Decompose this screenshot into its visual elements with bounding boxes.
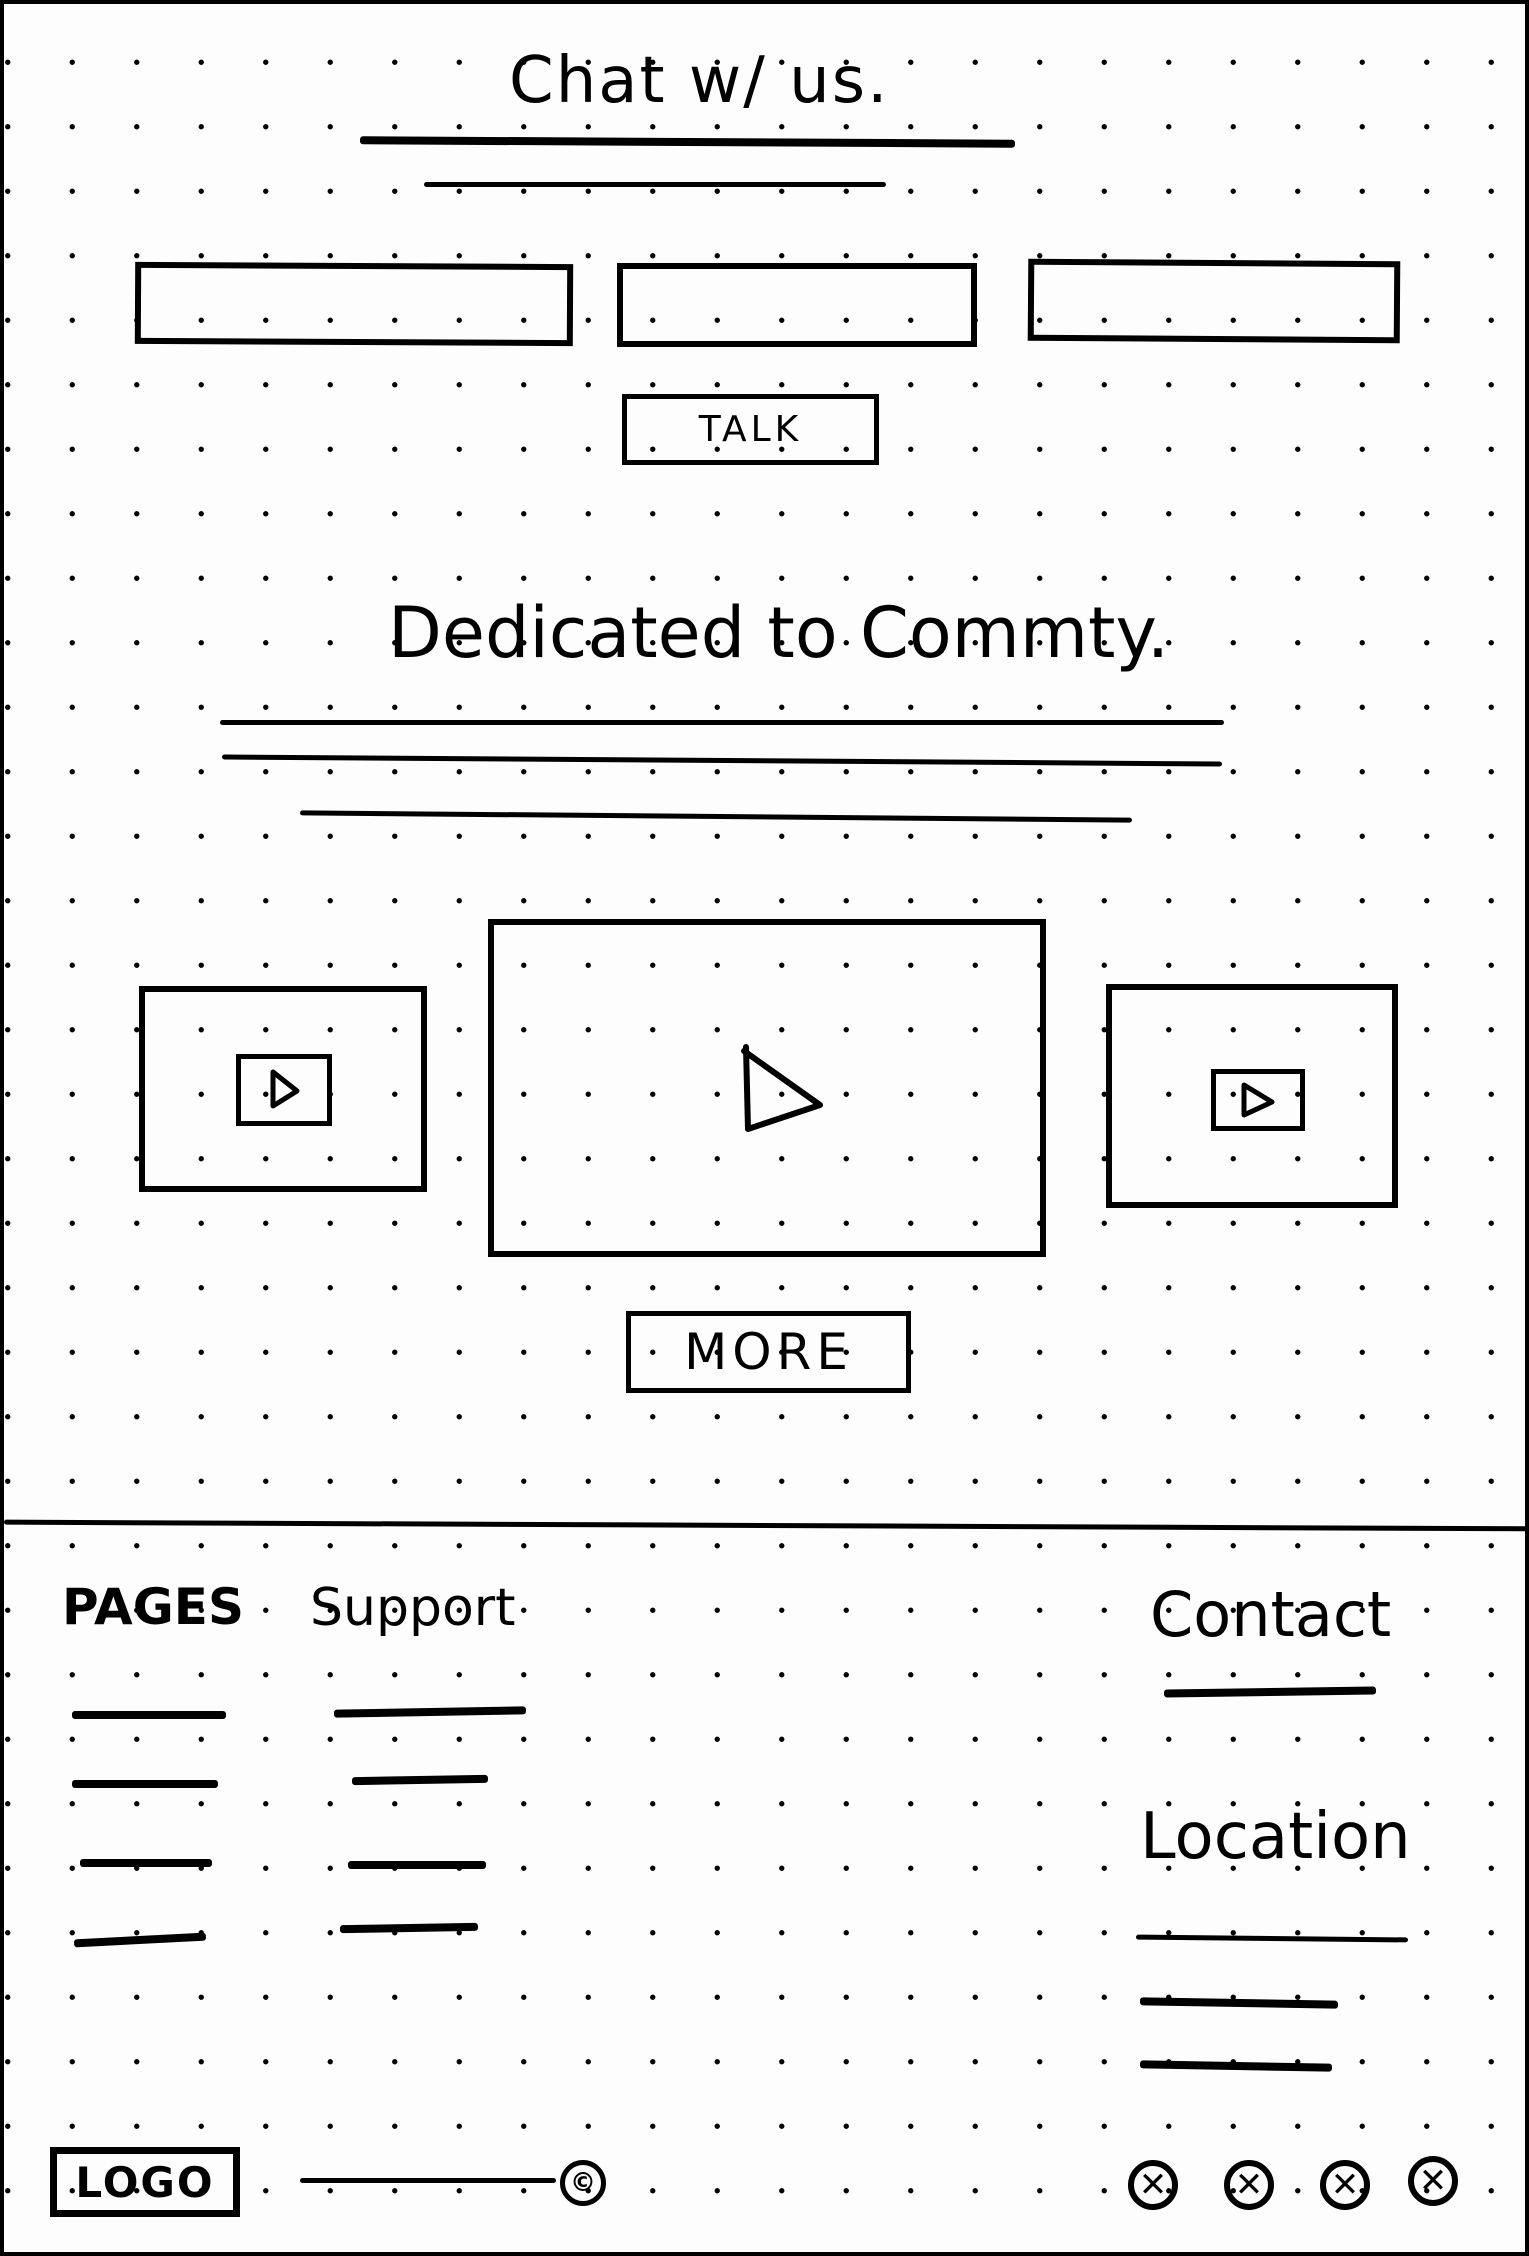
community-text-line-3	[299, 810, 1133, 823]
footer-pages-heading: PAGES	[62, 1578, 244, 1636]
logo-text: LOGO	[75, 2157, 215, 2207]
talk-button[interactable]: TALK	[622, 394, 879, 465]
copyright-icon: ©	[560, 2160, 606, 2206]
video-player-main[interactable]	[488, 919, 1046, 1257]
chat-title: Chat w/ us.	[509, 44, 890, 118]
footer-divider	[4, 1519, 1525, 1532]
support-link-4	[339, 1922, 479, 1934]
location-line-3	[1139, 2060, 1333, 2072]
community-text-line-2	[221, 754, 1223, 767]
more-button[interactable]: MORE	[626, 1311, 911, 1393]
support-link-1	[333, 1706, 527, 1718]
pages-link-3	[80, 1859, 212, 1867]
contact-line	[1163, 1686, 1377, 1698]
chat-subtitle-line	[424, 182, 886, 187]
community-text-line-1	[220, 720, 1224, 725]
play-icon	[1241, 1082, 1275, 1118]
community-title: Dedicated to Commty.	[388, 592, 1170, 674]
talk-button-label: TALK	[698, 409, 803, 450]
pages-link-4	[73, 1932, 207, 1948]
video-thumbnail-left[interactable]	[139, 986, 427, 1192]
chat-input-3[interactable]	[1027, 258, 1401, 344]
footer-location-heading: Location	[1140, 1800, 1411, 1874]
wireframe-page: Chat w/ us. TALK Dedicated to Commty. MO…	[0, 0, 1529, 2256]
support-link-3	[348, 1861, 486, 1869]
play-icon	[270, 1069, 300, 1109]
chat-title-underline	[359, 136, 1016, 148]
copyright-symbol: ©	[570, 2168, 596, 2198]
chat-input-2[interactable]	[617, 263, 977, 347]
social-icon-1[interactable]: ✕	[1128, 2160, 1178, 2210]
location-line-2	[1139, 1997, 1339, 2009]
footer-support-heading: Support	[310, 1578, 516, 1638]
video-thumbnail-right[interactable]	[1106, 984, 1398, 1208]
footer-contact-heading: Contact	[1150, 1578, 1392, 1651]
pages-link-1	[72, 1711, 226, 1719]
social-icon-4[interactable]: ✕	[1408, 2156, 1458, 2206]
play-icon	[741, 1044, 823, 1132]
copyright-line	[300, 2178, 556, 2183]
logo[interactable]: LOGO	[50, 2147, 240, 2217]
video-play-button-right[interactable]	[1211, 1069, 1305, 1131]
support-link-2	[351, 1774, 489, 1786]
chat-input-1[interactable]	[134, 261, 574, 347]
social-icon-3[interactable]: ✕	[1320, 2160, 1370, 2210]
social-icon-2[interactable]: ✕	[1224, 2160, 1274, 2210]
video-play-button-left[interactable]	[236, 1054, 332, 1126]
pages-link-2	[72, 1780, 218, 1788]
more-button-label: MORE	[684, 1323, 853, 1381]
location-line-1	[1135, 1934, 1409, 1943]
